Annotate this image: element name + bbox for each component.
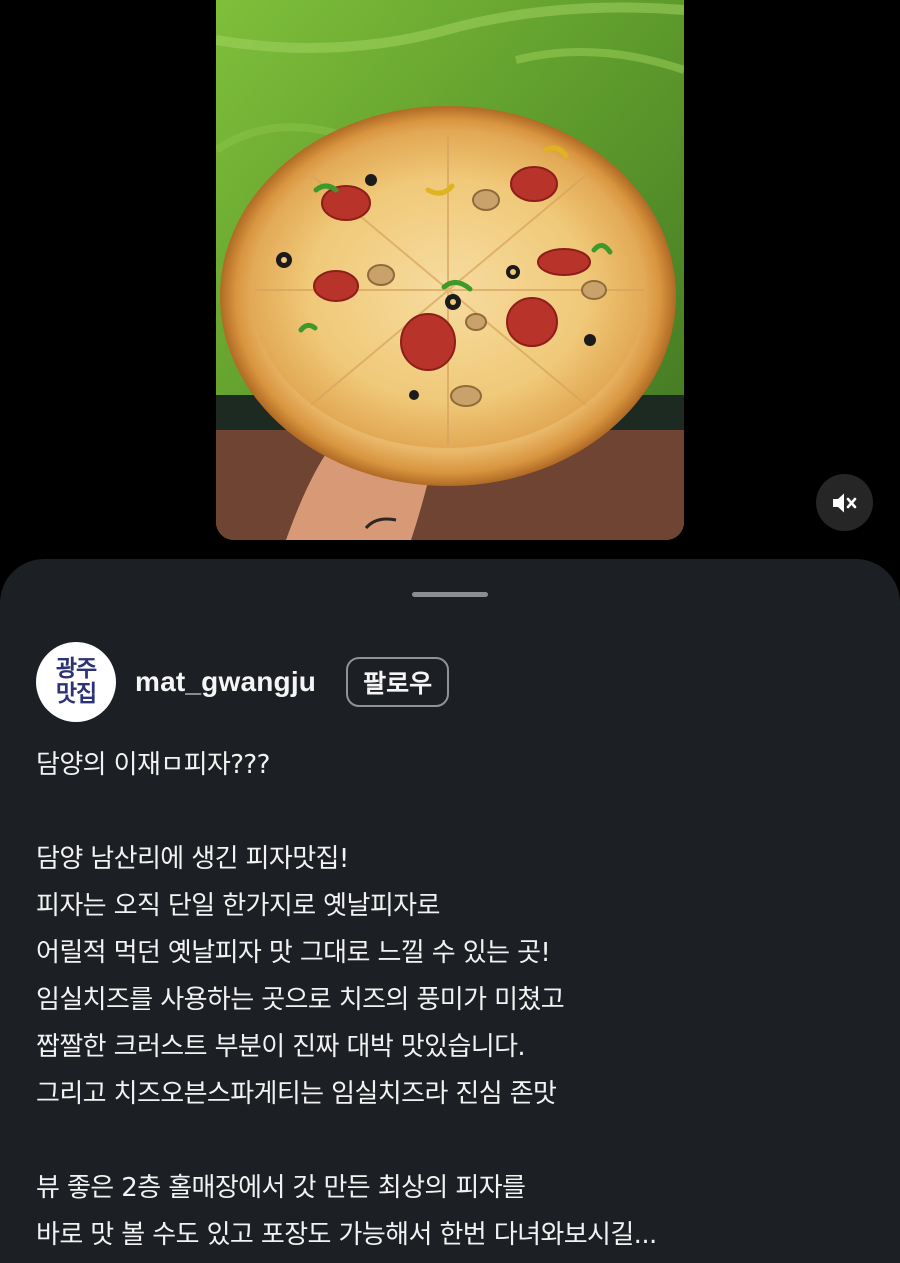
avatar[interactable]: 광주 맛집	[36, 642, 116, 722]
caption-line: 그리고 치즈오븐스파게티는 임실치즈라 진심 존맛	[36, 1079, 557, 1109]
caption-line: 담양의 이재ㅁ피자???	[36, 750, 270, 780]
author-row: 광주 맛집 mat_gwangju 팔로우	[36, 642, 450, 722]
caption-line: 짭짤한 크러스트 부분이 진짜 대박 맛있습니다.	[36, 1032, 526, 1062]
speaker-muted-icon	[832, 493, 856, 512]
avatar-text-line-2: 맛집	[55, 681, 97, 707]
caption-line	[36, 1118, 876, 1165]
reel-video[interactable]	[216, 0, 684, 540]
avatar-text-line-1: 광주	[55, 656, 97, 682]
caption-line: 피자는 오직 단일 한가지로 옛날피자로	[36, 891, 440, 921]
post-caption: 담양의 이재ㅁ피자??? 담양 남산리에 생긴 피자맛집! 피자는 오직 단일 …	[36, 742, 876, 1259]
caption-line: 임실치즈를 사용하는 곳으로 치즈의 풍미가 미쳤고	[36, 985, 565, 1015]
post-info-sheet: 광주 맛집 mat_gwangju 팔로우 담양의 이재ㅁ피자??? 담양 남산…	[0, 559, 900, 1263]
username[interactable]: mat_gwangju	[135, 666, 316, 698]
caption-line: 담양 남산리에 생긴 피자맛집!	[36, 844, 349, 874]
caption-line: 어릴적 먹던 옛날피자 맛 그대로 느낄 수 있는 곳!	[36, 938, 551, 968]
follow-button[interactable]: 팔로우	[346, 657, 450, 707]
sheet-drag-handle[interactable]	[412, 592, 488, 597]
caption-line	[36, 789, 876, 836]
reels-screen: 광주 맛집 mat_gwangju 팔로우 담양의 이재ㅁ피자??? 담양 남산…	[0, 0, 900, 1263]
mute-button[interactable]	[816, 474, 873, 531]
pizza-photo	[216, 0, 684, 540]
caption-line: 바로 맛 볼 수도 있고 포장도 가능해서 한번 다녀와보시길...	[36, 1220, 657, 1250]
caption-line: 뷰 좋은 2층 홀매장에서 갓 만든 최상의 피자를	[36, 1173, 526, 1203]
